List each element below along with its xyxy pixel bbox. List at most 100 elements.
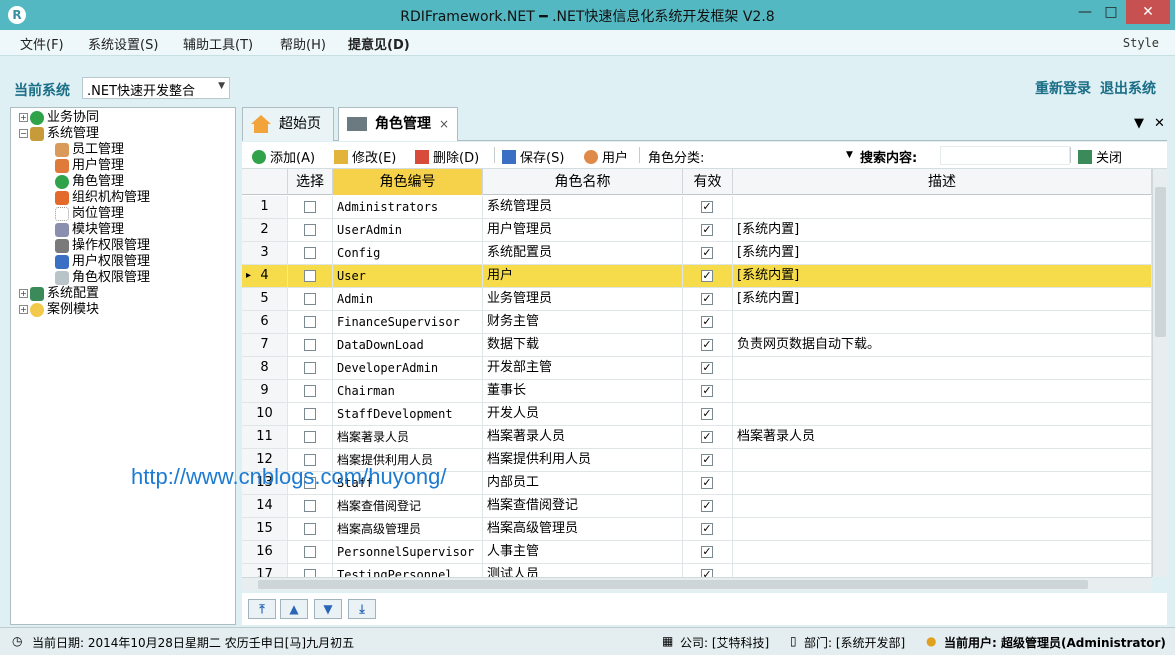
scroll-thumb[interactable]: [258, 580, 1088, 589]
cell-code[interactable]: DeveloperAdmin: [333, 357, 483, 379]
cell-name[interactable]: 人事主管: [483, 541, 683, 563]
table-row[interactable]: 7 DataDownLoad 数据下载 ✓ 负责网页数据自动下载。: [242, 334, 1152, 357]
select-checkbox[interactable]: [304, 247, 316, 259]
valid-checkbox[interactable]: ✓: [701, 224, 713, 236]
valid-cell[interactable]: ✓: [683, 472, 733, 494]
cell-code[interactable]: 档案查借阅登记: [333, 495, 483, 517]
select-checkbox[interactable]: [304, 339, 316, 351]
table-row[interactable]: 10 StaffDevelopment 开发人员 ✓: [242, 403, 1152, 426]
last-page-button[interactable]: ⤓: [348, 599, 376, 619]
select-cell[interactable]: [288, 219, 333, 241]
search-input[interactable]: [940, 146, 1070, 165]
tree-node-system-config[interactable]: + 系统配置: [19, 286, 99, 302]
prev-page-button[interactable]: ▲: [280, 599, 308, 619]
cell-desc[interactable]: 负责网页数据自动下载。: [733, 334, 1152, 356]
valid-checkbox[interactable]: ✓: [701, 247, 713, 259]
valid-cell[interactable]: ✓: [683, 518, 733, 540]
menu-file[interactable]: 文件(F): [20, 34, 64, 53]
valid-cell[interactable]: ✓: [683, 242, 733, 264]
cell-name[interactable]: 用户: [483, 265, 683, 287]
menu-help[interactable]: 帮助(H): [280, 34, 326, 53]
valid-cell[interactable]: ✓: [683, 357, 733, 379]
select-checkbox[interactable]: [304, 546, 316, 558]
cell-desc[interactable]: [733, 564, 1152, 577]
cell-name[interactable]: 测试人员: [483, 564, 683, 577]
cell-desc[interactable]: [733, 449, 1152, 471]
close-all-tabs-icon[interactable]: ✕: [1154, 116, 1165, 131]
cell-code[interactable]: DataDownLoad: [333, 334, 483, 356]
expand-icon[interactable]: +: [19, 113, 28, 122]
cell-code[interactable]: TestingPersonnel: [333, 564, 483, 577]
menu-tools[interactable]: 辅助工具(T): [183, 34, 253, 53]
valid-cell[interactable]: ✓: [683, 380, 733, 402]
cell-desc[interactable]: [系统内置]: [733, 265, 1152, 287]
valid-checkbox[interactable]: ✓: [701, 385, 713, 397]
table-row[interactable]: 8 DeveloperAdmin 开发部主管 ✓: [242, 357, 1152, 380]
valid-checkbox[interactable]: ✓: [701, 431, 713, 443]
system-select[interactable]: .NET快速开发整合 ▼: [82, 77, 230, 99]
tree-node-positions[interactable]: 岗位管理: [55, 206, 124, 222]
select-cell[interactable]: [288, 311, 333, 333]
select-cell[interactable]: [288, 541, 333, 563]
tree-node-system-management[interactable]: − 系统管理: [19, 126, 99, 142]
cell-name[interactable]: 系统管理员: [483, 196, 683, 218]
header-role-name[interactable]: 角色名称: [483, 169, 683, 195]
valid-cell[interactable]: ✓: [683, 196, 733, 218]
select-checkbox[interactable]: [304, 316, 316, 328]
valid-cell[interactable]: ✓: [683, 288, 733, 310]
select-cell[interactable]: [288, 196, 333, 218]
close-window-button[interactable]: ✕: [1126, 0, 1170, 24]
valid-checkbox[interactable]: ✓: [701, 270, 713, 282]
cell-desc[interactable]: [733, 311, 1152, 333]
valid-checkbox[interactable]: ✓: [701, 408, 713, 420]
select-checkbox[interactable]: [304, 500, 316, 512]
table-row[interactable]: 2 UserAdmin 用户管理员 ✓ [系统内置]: [242, 219, 1152, 242]
select-checkbox[interactable]: [304, 293, 316, 305]
table-row[interactable]: 6 FinanceSupervisor 财务主管 ✓: [242, 311, 1152, 334]
valid-cell[interactable]: ✓: [683, 426, 733, 448]
cell-desc[interactable]: [733, 196, 1152, 218]
cell-desc[interactable]: [系统内置]: [733, 288, 1152, 310]
select-checkbox[interactable]: [304, 224, 316, 236]
close-button[interactable]: 关闭: [1078, 147, 1122, 166]
cell-name[interactable]: 档案著录人员: [483, 426, 683, 448]
tab-list-icon[interactable]: ▼: [1134, 116, 1144, 131]
tree-node-role-permissions[interactable]: 角色权限管理: [55, 270, 150, 286]
first-page-button[interactable]: ⤒: [248, 599, 276, 619]
table-row[interactable]: ▸ 4 User 用户 ✓ [系统内置]: [242, 265, 1152, 288]
cell-code[interactable]: 档案高级管理员: [333, 518, 483, 540]
cell-name[interactable]: 系统配置员: [483, 242, 683, 264]
table-row[interactable]: 11 档案著录人员 档案著录人员 ✓ 档案著录人员: [242, 426, 1152, 449]
header-role-code[interactable]: 角色编号: [333, 169, 483, 195]
cell-desc[interactable]: 档案著录人员: [733, 426, 1152, 448]
valid-cell[interactable]: ✓: [683, 334, 733, 356]
cell-code[interactable]: Config: [333, 242, 483, 264]
add-button[interactable]: 添加(A): [252, 147, 315, 166]
collapse-icon[interactable]: −: [19, 129, 28, 138]
valid-cell[interactable]: ✓: [683, 265, 733, 287]
close-tab-icon[interactable]: ×: [439, 108, 449, 140]
select-checkbox[interactable]: [304, 385, 316, 397]
category-select[interactable]: [726, 146, 858, 165]
tree-node-modules[interactable]: 模块管理: [55, 222, 124, 238]
valid-cell[interactable]: ✓: [683, 495, 733, 517]
cell-name[interactable]: 业务管理员: [483, 288, 683, 310]
cell-name[interactable]: 用户管理员: [483, 219, 683, 241]
select-checkbox[interactable]: [304, 408, 316, 420]
cell-code[interactable]: Administrators: [333, 196, 483, 218]
cell-name[interactable]: 开发人员: [483, 403, 683, 425]
cell-name[interactable]: 数据下载: [483, 334, 683, 356]
select-checkbox[interactable]: [304, 569, 316, 577]
cell-desc[interactable]: [733, 357, 1152, 379]
table-row[interactable]: 1 Administrators 系统管理员 ✓: [242, 196, 1152, 219]
cell-name[interactable]: 董事长: [483, 380, 683, 402]
cell-name[interactable]: 开发部主管: [483, 357, 683, 379]
valid-cell[interactable]: ✓: [683, 219, 733, 241]
menu-feedback[interactable]: 提意见(D): [348, 34, 410, 53]
tree-node-roles[interactable]: 角色管理: [55, 174, 124, 190]
select-cell[interactable]: [288, 380, 333, 402]
valid-checkbox[interactable]: ✓: [701, 362, 713, 374]
table-row[interactable]: 14 档案查借阅登记 档案查借阅登记 ✓: [242, 495, 1152, 518]
style-menu[interactable]: Style: [1123, 36, 1159, 50]
cell-code[interactable]: Chairman: [333, 380, 483, 402]
